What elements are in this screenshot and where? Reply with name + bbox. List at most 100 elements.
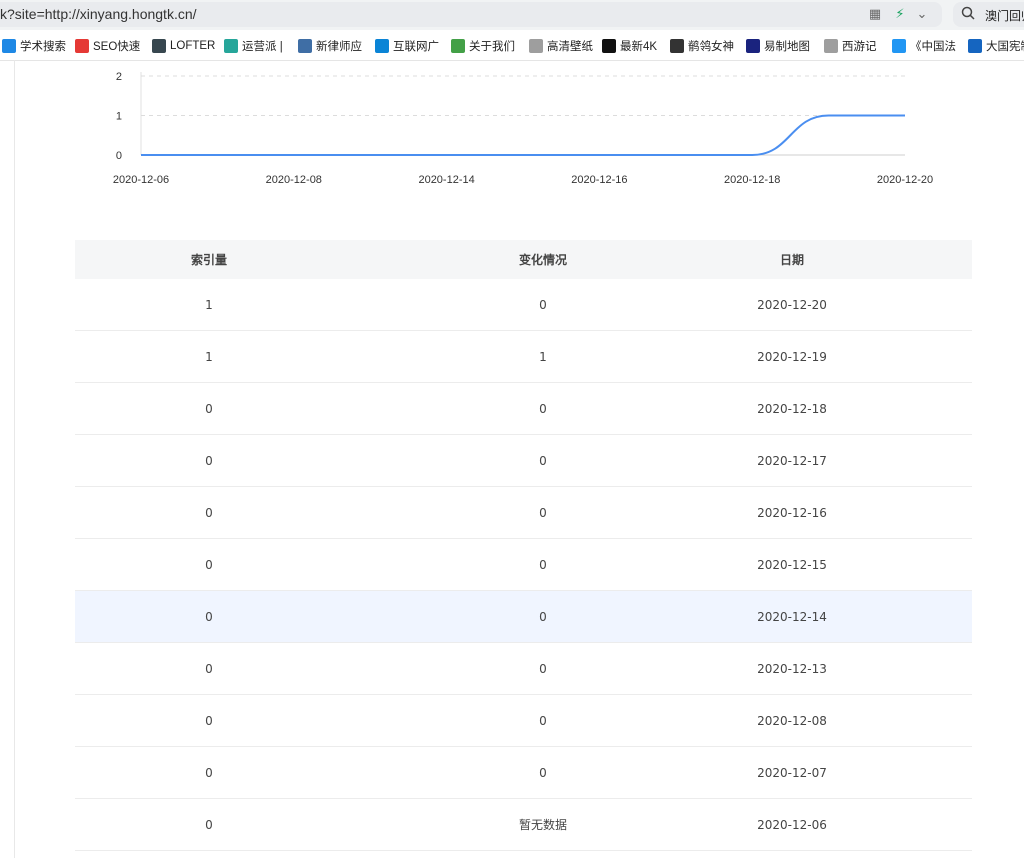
table-row[interactable]: 0 0 2020-12-13 — [75, 643, 972, 695]
cell-date: 2020-12-16 — [757, 505, 827, 520]
x-tick-label: 2020-12-08 — [266, 174, 322, 186]
x-tick-label: 2020-12-20 — [877, 174, 933, 186]
cell-date: 2020-12-14 — [757, 609, 827, 624]
cell-index: 0 — [205, 453, 213, 468]
cell-date: 2020-12-06 — [757, 817, 827, 832]
cell-change: 暂无数据 — [518, 818, 567, 832]
table-row[interactable]: 0 0 2020-12-18 — [75, 383, 972, 435]
cell-date: 2020-12-18 — [757, 401, 827, 416]
cell-date: 2020-12-07 — [757, 765, 827, 780]
bookmark-item[interactable]: 关于我们 — [451, 38, 515, 54]
cell-date: 2020-12-17 — [757, 453, 827, 468]
bookmark-label: 学术搜索 — [20, 41, 66, 53]
bookmark-item[interactable]: 高清壁纸 — [529, 38, 593, 54]
table-row[interactable]: 0 0 2020-12-14 — [75, 591, 972, 643]
bookmark-item[interactable]: 《中国法 — [892, 38, 956, 54]
table-row[interactable]: 0 0 2020-12-15 — [75, 539, 972, 591]
header-index: 索引量 — [190, 253, 227, 267]
bookmark-item[interactable]: 鹡鸰女神 — [670, 38, 734, 54]
table-row[interactable]: 1 1 2020-12-19 — [75, 331, 972, 383]
index-table: 索引量 变化情况 日期 1 0 2020-12-20 1 1 2020-12-19 0 0 20… — [75, 240, 972, 851]
bookmark-label: 关于我们 — [469, 41, 515, 53]
cell-date: 2020-12-20 — [757, 297, 827, 312]
cell-change: 0 — [539, 505, 547, 520]
bookmark-label: 鹡鸰女神 — [688, 41, 734, 53]
cell-index: 0 — [205, 713, 213, 728]
index-trend-chart: 0 1 2 2020-12-06 2020-12-08 2020-12-14 2020-12… — [100, 62, 960, 192]
bookmark-label: 最新4K — [620, 41, 658, 53]
page-icon — [375, 39, 389, 53]
header-change: 变化情况 — [518, 253, 567, 267]
table-row[interactable]: 1 0 2020-12-20 — [75, 279, 972, 331]
bookmark-item[interactable]: 运营派 | — [224, 38, 283, 54]
map-icon — [746, 39, 760, 53]
series-line — [141, 114, 905, 156]
cell-change: 0 — [539, 661, 547, 676]
cell-change: 0 — [539, 453, 547, 468]
y-tick-label: 1 — [116, 111, 122, 123]
bookmark-item[interactable]: 新律师应 — [298, 38, 362, 54]
seo-wave-icon — [75, 39, 89, 53]
bookmark-label: LOFTER — [170, 40, 216, 52]
cell-change: 0 — [539, 765, 547, 780]
bookmark-label: 《中国法 — [910, 41, 956, 53]
bookmark-label: 西游记 — [842, 41, 877, 53]
cell-change: 0 — [539, 297, 547, 312]
table-row[interactable]: 0 0 2020-12-16 — [75, 487, 972, 539]
chart-svg: 0 1 2 2020-12-06 2020-12-08 2020-12-14 2020-12… — [113, 71, 933, 186]
bookmarks-bar: 学术搜索 SEO快速 LOFTER 运营派 | 新律师应 互联网广 关于我们 高清壁纸 最新4K… — [0, 30, 1024, 61]
chevron-down-icon[interactable]: ⌄ — [913, 6, 931, 24]
bookmark-item[interactable]: 易制地图 — [746, 38, 810, 54]
bookmark-label: 互联网广 — [393, 41, 439, 53]
doc-icon — [529, 39, 543, 53]
bookmark-label: 高清壁纸 — [547, 41, 593, 53]
bookmark-item[interactable]: 学术搜索 — [2, 38, 66, 54]
qr-code-icon[interactable]: ▦ — [866, 6, 884, 24]
cell-date: 2020-12-19 — [757, 349, 827, 364]
cell-index: 0 — [205, 661, 213, 676]
search-box[interactable]: 澳门回归 — [953, 2, 1024, 27]
4k-icon — [602, 39, 616, 53]
search-icon — [961, 6, 977, 22]
cell-index: 0 — [205, 817, 213, 832]
y-tick-label: 2 — [116, 71, 122, 83]
table-row[interactable]: 0 0 2020-12-07 — [75, 747, 972, 799]
bookmark-item[interactable]: 西游记 — [824, 38, 877, 54]
cell-index: 1 — [205, 349, 213, 364]
search-text[interactable]: 澳门回归 — [985, 7, 1024, 24]
globe-icon — [968, 39, 982, 53]
bookmark-item[interactable]: LOFTER — [152, 38, 215, 54]
cell-index: 0 — [205, 401, 213, 416]
lightning-icon[interactable]: ⚡ — [891, 6, 909, 24]
cell-change: 0 — [539, 609, 547, 624]
lofter-icon — [152, 39, 166, 53]
ie-icon — [2, 39, 16, 53]
cell-change: 1 — [539, 349, 547, 364]
doc-icon — [824, 39, 838, 53]
bird-icon — [670, 39, 684, 53]
bookmark-label: 易制地图 — [764, 41, 810, 53]
cell-index: 0 — [205, 609, 213, 624]
cell-index: 0 — [205, 557, 213, 572]
cell-change: 0 — [539, 401, 547, 416]
x-tick-label: 2020-12-16 — [571, 174, 627, 186]
bookmark-item[interactable]: 互联网广 — [375, 38, 439, 54]
address-bar[interactable]: k?site=http://xinyang.hongtk.cn/ ▦ ⚡ ⌄ — [0, 2, 942, 27]
table-body: 1 0 2020-12-20 1 1 2020-12-19 0 0 2020-12-18 0 0 20… — [75, 279, 972, 851]
table-row[interactable]: 0 0 2020-12-08 — [75, 695, 972, 747]
cell-date: 2020-12-13 — [757, 661, 827, 676]
bookmark-item[interactable]: 最新4K — [602, 38, 657, 54]
bookmark-label: 运营派 | — [242, 41, 283, 53]
x-tick-label: 2020-12-14 — [418, 174, 474, 186]
bookmark-item[interactable]: SEO快速 — [75, 38, 140, 54]
table-row[interactable]: 0 0 2020-12-17 — [75, 435, 972, 487]
cell-date: 2020-12-15 — [757, 557, 827, 572]
bookmark-label: 新律师应 — [316, 41, 362, 53]
cell-date: 2020-12-08 — [757, 713, 827, 728]
page-left-border — [14, 60, 15, 858]
header-date: 日期 — [779, 253, 804, 267]
table-row[interactable]: 0 暂无数据 2020-12-06 — [75, 799, 972, 851]
bookmark-label: SEO快速 — [93, 41, 141, 53]
bookmark-item[interactable]: 大国宪制 — [968, 38, 1024, 54]
address-text[interactable]: k?site=http://xinyang.hongtk.cn/ — [0, 6, 197, 22]
